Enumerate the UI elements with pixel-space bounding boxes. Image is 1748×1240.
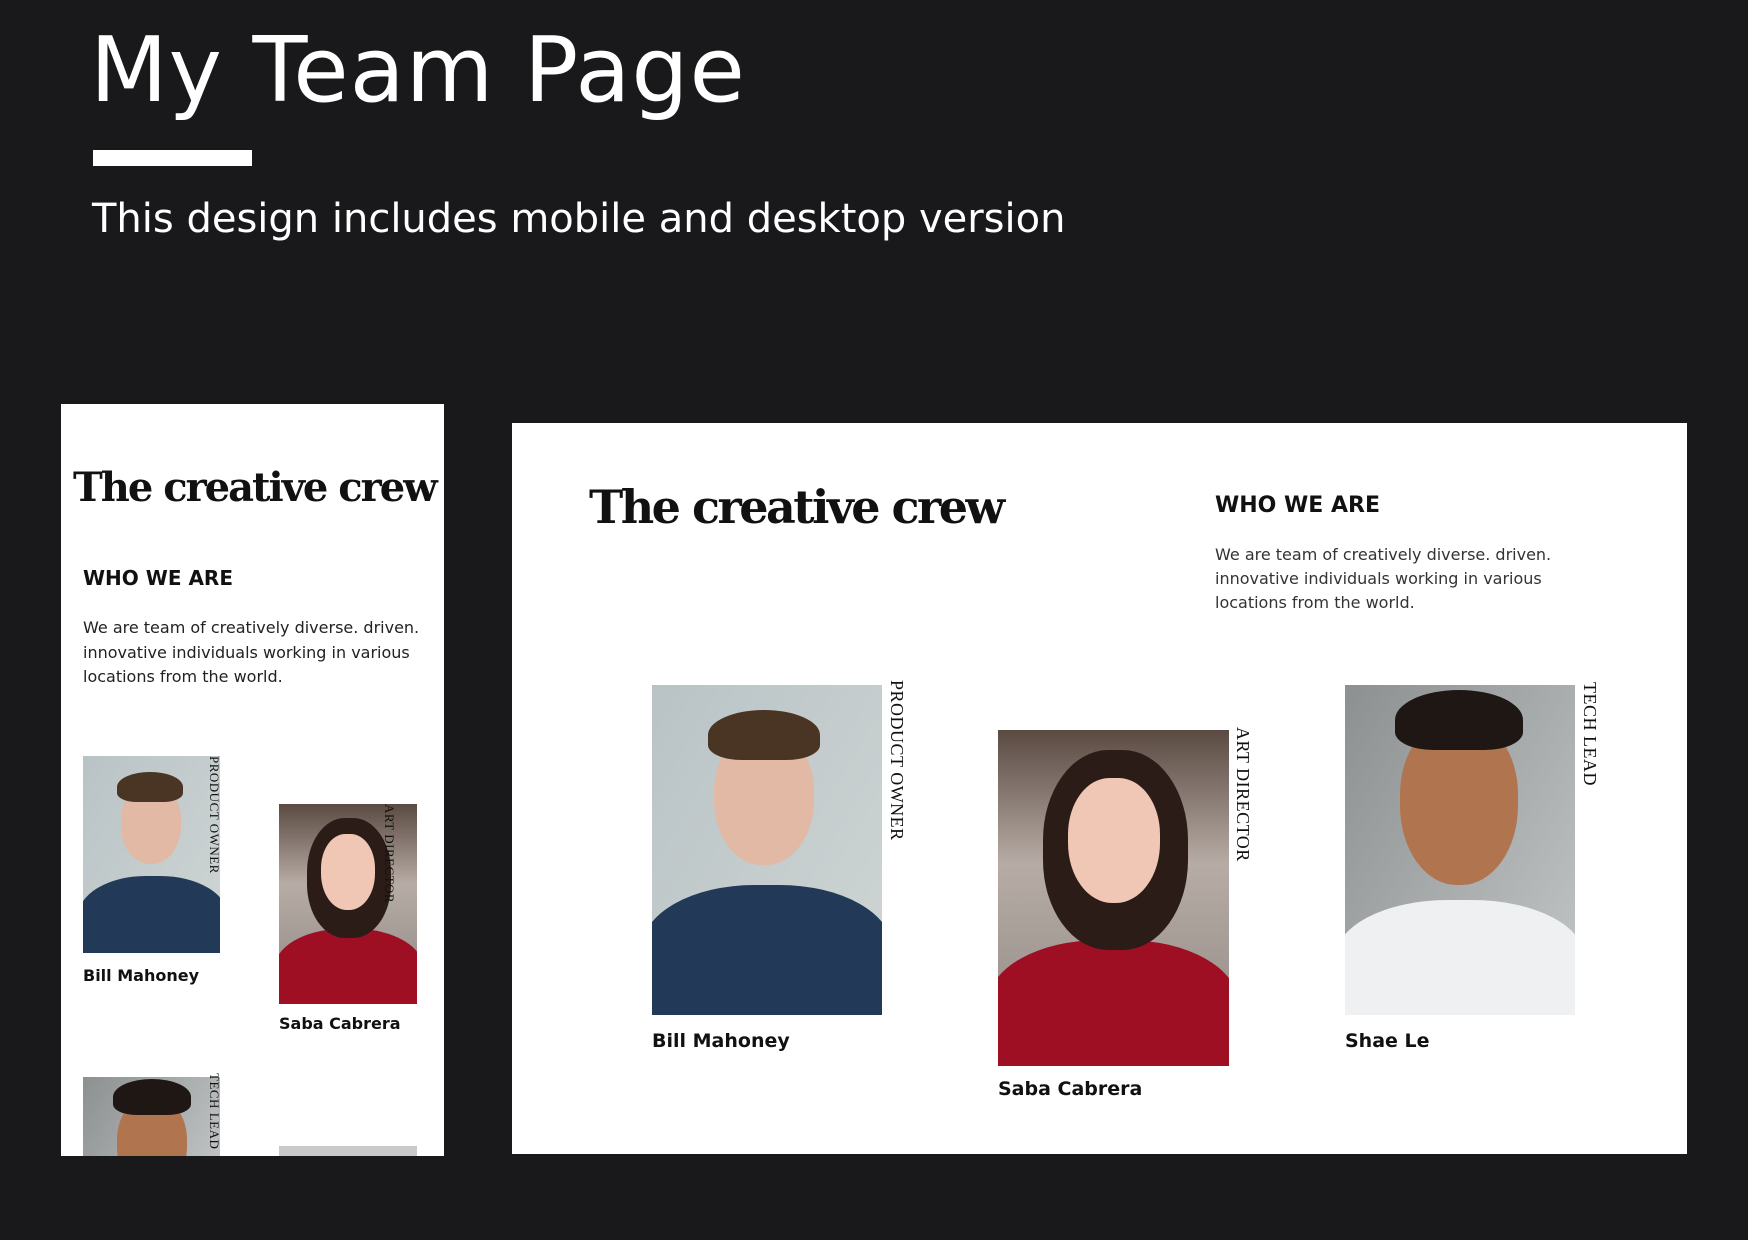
member-role: PRODUCT OWNER [207, 756, 222, 874]
description-line: innovative individuals working in variou… [83, 642, 410, 662]
desktop-description: We are team of creatively diverse. drive… [1215, 543, 1551, 615]
description-line: locations from the world. [83, 667, 283, 686]
desktop-section-title: WHO WE ARE [1215, 493, 1380, 518]
member-name: Saba Cabrera [279, 1014, 401, 1033]
member-photo-saba-cabrera [998, 730, 1229, 1066]
description-line: locations from the world. [1215, 593, 1415, 612]
mobile-preview: The creative crew WHO WE ARE We are team… [61, 404, 444, 1156]
member-photo-shae-le [1345, 685, 1575, 1015]
member-name: Saba Cabrera [998, 1078, 1143, 1100]
member-photo-bill-mahoney [83, 756, 220, 953]
description-line: We are team of creatively diverse. drive… [83, 618, 420, 637]
member-role: PRODUCT OWNER [887, 680, 907, 841]
member-name: Bill Mahoney [83, 966, 199, 985]
member-role: TECH LEAD [1580, 682, 1600, 786]
description-line: We are team of creatively diverse. drive… [1215, 545, 1552, 564]
member-name: Shae Le [1345, 1030, 1430, 1052]
title-underline [93, 150, 252, 166]
page-subtitle: This design includes mobile and desktop … [92, 196, 1066, 242]
mobile-section-title: WHO WE ARE [83, 566, 233, 590]
page-title: My Team Page [90, 18, 746, 123]
member-role: ART DIRECTOR [1233, 727, 1253, 862]
member-photo-partial [279, 1146, 417, 1156]
member-photo-bill-mahoney [652, 685, 882, 1015]
description-line: innovative individuals working in variou… [1215, 569, 1542, 588]
desktop-heading: The creative crew [589, 480, 1005, 534]
mobile-heading: The creative crew [73, 464, 438, 511]
mobile-description: We are team of creatively diverse. drive… [83, 616, 419, 690]
member-role: ART DIRECTOR [382, 804, 397, 903]
member-photo-tech-lead [83, 1077, 220, 1156]
member-name: Bill Mahoney [652, 1030, 790, 1052]
member-role: TECH LEAD [207, 1073, 222, 1150]
desktop-preview: The creative crew WHO WE ARE We are team… [512, 423, 1687, 1154]
